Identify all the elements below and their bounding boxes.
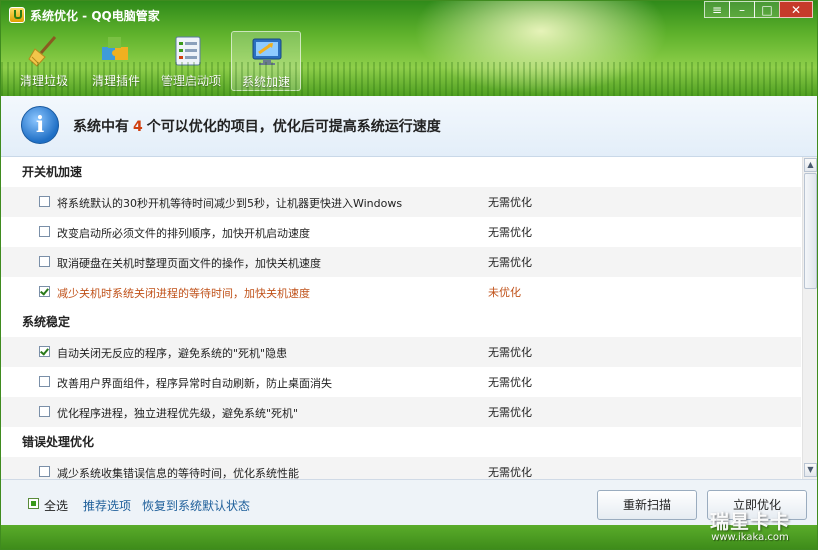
list-item[interactable]: 改变启动所必须文件的排列顺序，加快开机启动速度 无需优化: [1, 217, 801, 247]
list-item[interactable]: 自动关闭无反应的程序，避免系统的"死机"隐患 无需优化: [1, 337, 801, 367]
item-status: 无需优化: [488, 256, 532, 269]
tab-manage-startup[interactable]: 管理启动项: [153, 31, 229, 91]
item-checkbox[interactable]: [39, 196, 50, 207]
startup-list-icon: [175, 36, 201, 66]
item-text: 减少系统收集错误信息的等待时间，优化系统性能: [57, 467, 299, 479]
list-scrollbar[interactable]: ▲ ▼: [802, 157, 817, 479]
puzzle-icon: [102, 37, 128, 60]
item-checkbox[interactable]: [39, 226, 50, 237]
optimization-list: 开关机加速 将系统默认的30秒开机等待时间减少到5秒，让机器更快进入Window…: [1, 157, 801, 479]
qq-guard-logo-icon: [9, 7, 25, 23]
item-checkbox[interactable]: [39, 256, 50, 267]
menu-icon[interactable]: ≡: [704, 1, 730, 18]
list-item[interactable]: 减少系统收集错误信息的等待时间，优化系统性能 无需优化: [1, 457, 801, 479]
list-item[interactable]: 改善用户界面组件，程序异常时自动刷新，防止桌面消失 无需优化: [1, 367, 801, 397]
rescan-button[interactable]: 重新扫描: [597, 490, 697, 520]
select-all-checkbox[interactable]: [28, 498, 39, 509]
tab-system-speedup[interactable]: 系统加速: [231, 31, 301, 91]
info-count: 4: [133, 119, 143, 135]
item-status: 无需优化: [488, 346, 532, 359]
title-bar: 系统优化 - QQ电脑管家: [9, 6, 160, 24]
item-status: 无需优化: [488, 226, 532, 239]
monitor-speed-icon: [252, 38, 282, 65]
group-title: 错误处理优化: [22, 435, 95, 449]
tab-clean-plugins-label: 清理插件: [91, 74, 140, 88]
header: 系统优化 - QQ电脑管家 ≡ – □ ✕ 清理垃圾 清理插件 管理启动项 系统…: [1, 1, 817, 96]
item-text: 改善用户界面组件，程序异常时自动刷新，防止桌面消失: [57, 377, 332, 390]
toolbar: 清理垃圾 清理插件 管理启动项 系统加速: [9, 31, 303, 91]
item-checkbox[interactable]: [39, 406, 50, 417]
item-text: 将系统默认的30秒开机等待时间减少到5秒，让机器更快进入Windows: [57, 197, 403, 210]
item-text: 自动关闭无反应的程序，避免系统的"死机"隐患: [57, 347, 288, 360]
watermark-brand: 瑞星卡卡: [709, 511, 790, 533]
maximize-button[interactable]: □: [754, 1, 780, 18]
scroll-thumb[interactable]: [804, 173, 817, 289]
info-banner: i 系统中有 4 个可以优化的项目，优化后可提高系统运行速度: [1, 96, 817, 157]
item-status: 未优化: [488, 286, 521, 299]
item-checkbox[interactable]: [39, 346, 50, 357]
window-controls: ≡ – □ ✕: [704, 1, 813, 18]
group-title: 系统稳定: [22, 315, 71, 329]
item-checkbox[interactable]: [39, 286, 50, 297]
recommend-link[interactable]: 推荐选项: [83, 497, 131, 514]
select-all-label[interactable]: 全选: [44, 497, 68, 514]
list-item[interactable]: 取消硬盘在关机时整理页面文件的操作，加快关机速度 无需优化: [1, 247, 801, 277]
item-text: 取消硬盘在关机时整理页面文件的操作，加快关机速度: [57, 257, 321, 270]
main-window: 系统优化 - QQ电脑管家 ≡ – □ ✕ 清理垃圾 清理插件 管理启动项 系统…: [0, 0, 818, 550]
broom-icon: [28, 36, 57, 67]
tab-clean-junk[interactable]: 清理垃圾: [9, 31, 79, 91]
info-suffix: 个可以优化的项目，优化后可提高系统运行速度: [146, 119, 441, 135]
item-checkbox[interactable]: [39, 376, 50, 387]
scroll-up-icon[interactable]: ▲: [804, 158, 817, 172]
tab-manage-startup-label: 管理启动项: [160, 74, 221, 88]
list-item[interactable]: 将系统默认的30秒开机等待时间减少到5秒，让机器更快进入Windows 无需优化: [1, 187, 801, 217]
restore-default-link[interactable]: 恢复到系统默认状态: [142, 497, 250, 514]
item-text: 减少关机时系统关闭进程的等待时间，加快关机速度: [57, 287, 310, 300]
item-checkbox[interactable]: [39, 466, 50, 477]
item-text: 改变启动所必须文件的排列顺序，加快开机启动速度: [57, 227, 310, 240]
item-status: 无需优化: [488, 406, 532, 419]
scroll-down-icon[interactable]: ▼: [804, 463, 817, 477]
list-item[interactable]: 优化程序进程，独立进程优先级，避免系统"死机" 无需优化: [1, 397, 801, 427]
group-title: 开关机加速: [22, 165, 83, 179]
tab-clean-junk-label: 清理垃圾: [19, 74, 68, 88]
watermark: 瑞星卡卡 www.ikaka.com: [691, 507, 809, 543]
item-status: 无需优化: [488, 466, 532, 479]
item-status: 无需优化: [488, 196, 532, 209]
list-item[interactable]: 减少关机时系统关闭进程的等待时间，加快关机速度 未优化: [1, 277, 801, 307]
item-text: 优化程序进程，独立进程优先级，避免系统"死机": [57, 407, 299, 420]
tab-clean-plugins[interactable]: 清理插件: [81, 31, 151, 91]
tab-system-speedup-label: 系统加速: [241, 75, 290, 89]
item-status: 无需优化: [488, 376, 532, 389]
info-icon: i: [21, 106, 59, 144]
close-button[interactable]: ✕: [779, 1, 813, 18]
info-prefix: 系统中有: [73, 119, 129, 135]
window-title: 系统优化 - QQ电脑管家: [30, 8, 160, 23]
watermark-url: www.ikaka.com: [711, 532, 789, 543]
info-message: 系统中有 4 个可以优化的项目，优化后可提高系统运行速度: [73, 116, 441, 136]
minimize-button[interactable]: –: [729, 1, 755, 18]
